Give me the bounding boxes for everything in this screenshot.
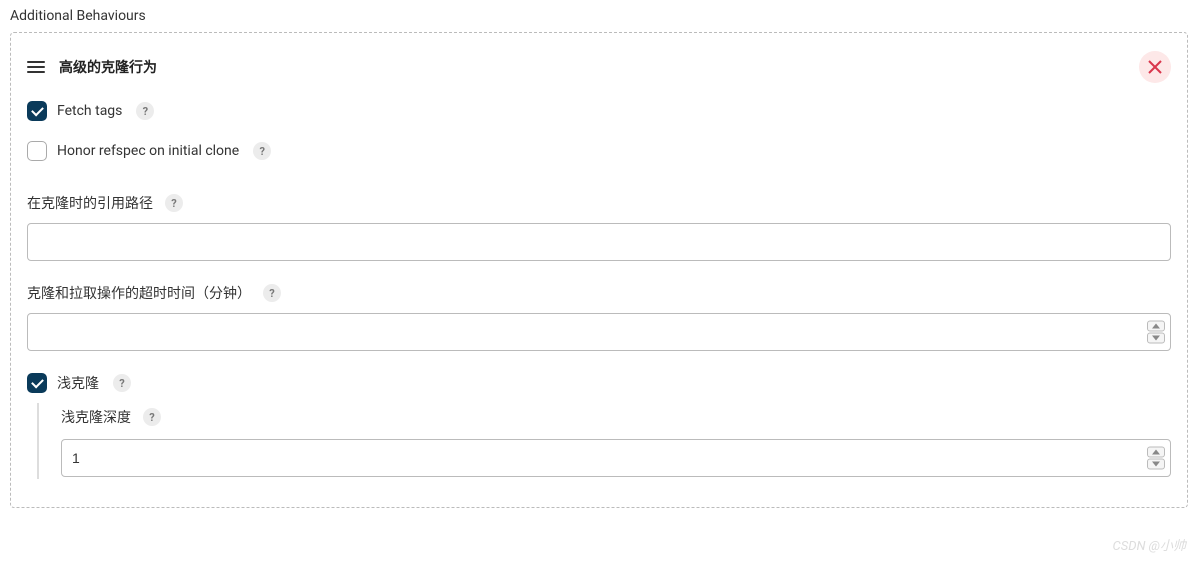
honor-refspec-row: Honor refspec on initial clone ? bbox=[27, 141, 1171, 161]
timeout-stepper bbox=[1147, 321, 1165, 344]
stepper-up-button[interactable] bbox=[1147, 321, 1165, 332]
section-title: Additional Behaviours bbox=[0, 0, 1198, 32]
shallow-clone-label: 浅克隆 bbox=[57, 373, 99, 393]
help-icon[interactable]: ? bbox=[113, 374, 131, 392]
close-button[interactable] bbox=[1139, 51, 1171, 83]
shallow-clone-row: 浅克隆 ? bbox=[27, 373, 1171, 393]
panel-header-left: 高级的克隆行为 bbox=[27, 57, 157, 77]
chevron-down-icon bbox=[1152, 336, 1160, 341]
panel-title: 高级的克隆行为 bbox=[59, 57, 157, 77]
shallow-depth-input-wrap bbox=[61, 439, 1171, 477]
fetch-tags-row: Fetch tags ? bbox=[27, 101, 1171, 121]
chevron-down-icon bbox=[1152, 462, 1160, 467]
help-icon[interactable]: ? bbox=[143, 408, 161, 426]
shallow-depth-input[interactable] bbox=[61, 439, 1171, 477]
stepper-down-button[interactable] bbox=[1147, 459, 1165, 470]
timeout-label-row: 克隆和拉取操作的超时时间（分钟） ? bbox=[27, 283, 1171, 303]
help-icon[interactable]: ? bbox=[263, 284, 281, 302]
shallow-depth-label: 浅克隆深度 bbox=[61, 407, 131, 427]
stepper-up-button[interactable] bbox=[1147, 447, 1165, 458]
reference-path-label-row: 在克隆时的引用路径 ? bbox=[27, 193, 1171, 213]
drag-handle-icon[interactable] bbox=[27, 61, 45, 73]
behaviour-panel: 高级的克隆行为 Fetch tags ? Honor refspec on in… bbox=[10, 32, 1188, 508]
chevron-up-icon bbox=[1152, 450, 1160, 455]
panel-header: 高级的克隆行为 bbox=[27, 51, 1171, 83]
shallow-depth-label-row: 浅克隆深度 ? bbox=[61, 407, 1171, 427]
timeout-label: 克隆和拉取操作的超时时间（分钟） bbox=[27, 283, 251, 303]
fetch-tags-label: Fetch tags bbox=[57, 103, 122, 119]
reference-path-label: 在克隆时的引用路径 bbox=[27, 193, 153, 213]
honor-refspec-checkbox[interactable] bbox=[27, 141, 47, 161]
fetch-tags-checkbox[interactable] bbox=[27, 101, 47, 121]
shallow-depth-stepper bbox=[1147, 447, 1165, 470]
reference-path-row: 在克隆时的引用路径 ? bbox=[27, 193, 1171, 261]
timeout-input[interactable] bbox=[27, 313, 1171, 351]
chevron-up-icon bbox=[1152, 324, 1160, 329]
help-icon[interactable]: ? bbox=[253, 142, 271, 160]
timeout-input-wrap bbox=[27, 313, 1171, 351]
stepper-down-button[interactable] bbox=[1147, 333, 1165, 344]
help-icon[interactable]: ? bbox=[136, 102, 154, 120]
close-icon bbox=[1148, 60, 1162, 74]
reference-path-input[interactable] bbox=[27, 223, 1171, 261]
shallow-clone-nested: 浅克隆深度 ? bbox=[37, 403, 1171, 479]
honor-refspec-label: Honor refspec on initial clone bbox=[57, 143, 239, 159]
shallow-clone-checkbox[interactable] bbox=[27, 373, 47, 393]
help-icon[interactable]: ? bbox=[165, 194, 183, 212]
watermark: CSDN @小帅 bbox=[1113, 535, 1187, 554]
timeout-row: 克隆和拉取操作的超时时间（分钟） ? bbox=[27, 283, 1171, 351]
